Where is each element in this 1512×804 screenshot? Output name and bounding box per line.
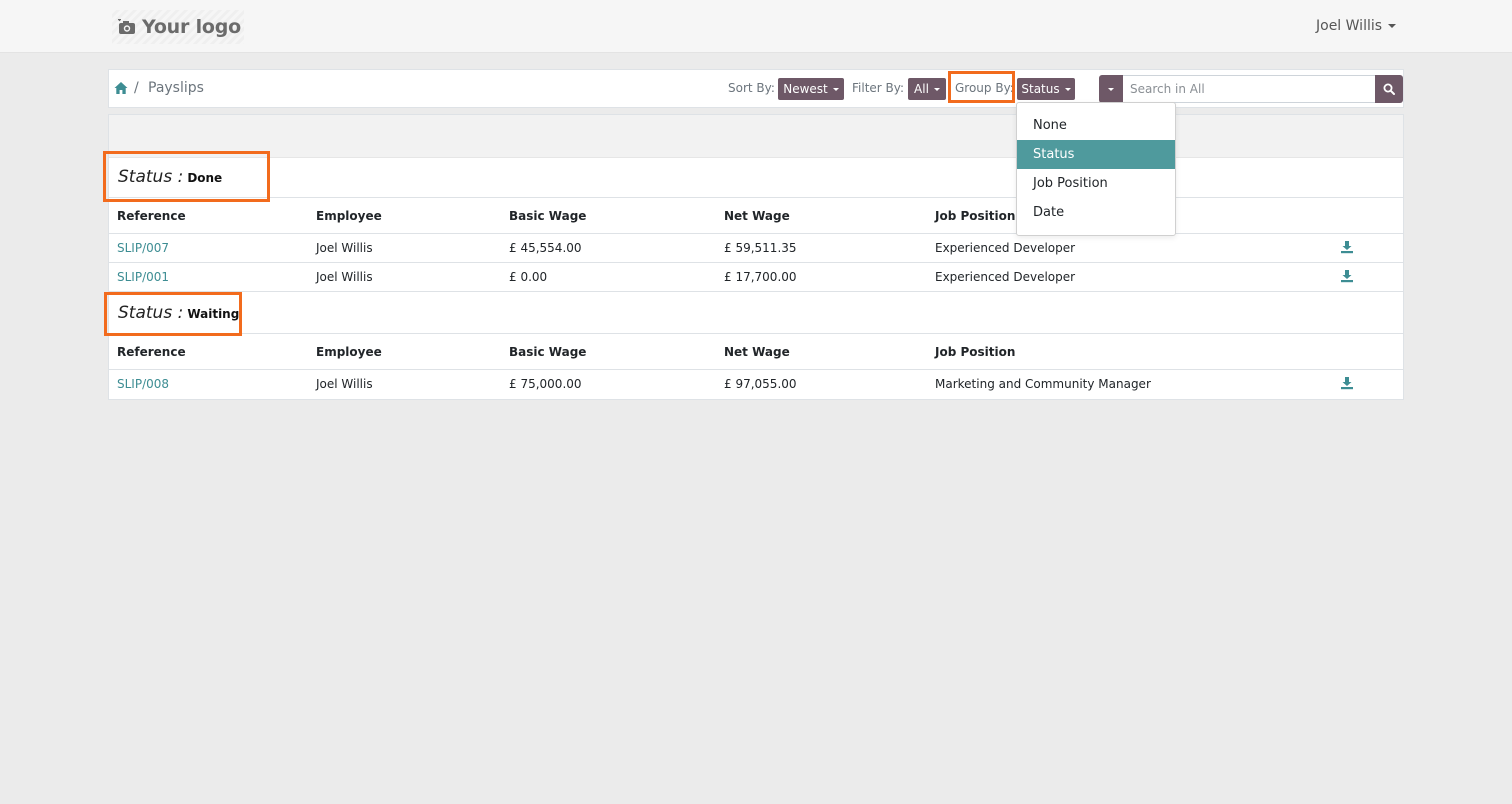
column-header-job-position: Job Position bbox=[935, 345, 1016, 359]
download-icon[interactable] bbox=[1340, 269, 1354, 283]
basic-wage-cell: £ 75,000.00 bbox=[509, 377, 582, 391]
net-wage-cell: £ 17,700.00 bbox=[724, 270, 797, 284]
payslip-reference-link[interactable]: SLIP/001 bbox=[117, 270, 169, 284]
search-options-dropdown[interactable] bbox=[1099, 75, 1123, 103]
basic-wage-cell: £ 45,554.00 bbox=[509, 241, 582, 255]
table-header: Reference Employee Basic Wage Net Wage J… bbox=[109, 198, 1403, 234]
table-row[interactable]: SLIP/008 Joel Willis £ 75,000.00 £ 97,05… bbox=[109, 370, 1403, 399]
search-input[interactable] bbox=[1123, 75, 1375, 103]
chevron-down-icon bbox=[933, 87, 940, 91]
basic-wage-cell: £ 0.00 bbox=[509, 270, 548, 284]
group-title: Status : Waiting bbox=[118, 303, 239, 323]
chevron-down-icon bbox=[832, 87, 839, 91]
group-by-option-job-position[interactable]: Job Position bbox=[1017, 169, 1175, 198]
sort-by-dropdown[interactable]: Newest bbox=[778, 78, 844, 100]
group-by-dropdown[interactable]: Status bbox=[1017, 78, 1075, 100]
column-header-reference: Reference bbox=[117, 209, 186, 223]
column-header-job-position: Job Position bbox=[935, 209, 1016, 223]
employee-cell: Joel Willis bbox=[316, 377, 373, 391]
column-header-net-wage: Net Wage bbox=[724, 345, 790, 359]
user-name: Joel Willis bbox=[1316, 18, 1383, 34]
group-header-done[interactable]: Status : Done bbox=[109, 158, 1403, 198]
camera-icon bbox=[118, 19, 135, 34]
panel-header bbox=[109, 115, 1403, 158]
payslips-panel: Status : Done Reference Employee Basic W… bbox=[108, 114, 1404, 400]
group-by-label: Group By: bbox=[955, 81, 1014, 95]
user-menu[interactable]: Joel Willis bbox=[1316, 16, 1397, 36]
logo[interactable]: Your logo bbox=[112, 10, 244, 44]
filter-by-value: All bbox=[914, 82, 929, 96]
column-header-basic-wage: Basic Wage bbox=[509, 345, 587, 359]
chevron-down-icon bbox=[1064, 87, 1071, 91]
group-by-menu: None Status Job Position Date bbox=[1016, 102, 1176, 236]
download-icon[interactable] bbox=[1340, 240, 1354, 254]
column-header-employee: Employee bbox=[316, 209, 382, 223]
employee-cell: Joel Willis bbox=[316, 270, 373, 284]
search-button[interactable] bbox=[1375, 75, 1403, 103]
job-position-cell: Marketing and Community Manager bbox=[935, 377, 1151, 391]
payslip-reference-link[interactable]: SLIP/008 bbox=[117, 377, 169, 391]
group-by-option-date[interactable]: Date bbox=[1017, 198, 1175, 227]
column-header-net-wage: Net Wage bbox=[724, 209, 790, 223]
group-label: Status : bbox=[118, 167, 184, 187]
home-icon[interactable] bbox=[114, 81, 128, 95]
job-position-cell: Experienced Developer bbox=[935, 241, 1076, 255]
table-header: Reference Employee Basic Wage Net Wage J… bbox=[109, 334, 1403, 370]
logo-text: Your logo bbox=[142, 16, 241, 38]
column-header-employee: Employee bbox=[316, 345, 382, 359]
employee-cell: Joel Willis bbox=[316, 241, 373, 255]
payslip-reference-link[interactable]: SLIP/007 bbox=[117, 241, 169, 255]
chevron-down-icon bbox=[1108, 87, 1114, 91]
search-group bbox=[1099, 75, 1403, 103]
group-by-option-none[interactable]: None bbox=[1017, 111, 1175, 140]
sort-by-value: Newest bbox=[783, 82, 828, 96]
sort-by-label: Sort By: bbox=[728, 81, 775, 95]
net-wage-cell: £ 59,511.35 bbox=[724, 241, 797, 255]
group-title: Status : Done bbox=[118, 167, 222, 187]
group-value: Done bbox=[187, 171, 223, 185]
breadcrumb-current: Payslips bbox=[148, 80, 204, 96]
chevron-down-icon bbox=[1388, 24, 1397, 28]
group-by-option-status[interactable]: Status bbox=[1017, 140, 1175, 169]
group-label: Status : bbox=[118, 303, 184, 323]
top-navbar: Your logo Joel Willis bbox=[0, 0, 1512, 53]
filter-by-label: Filter By: bbox=[852, 81, 905, 95]
column-header-basic-wage: Basic Wage bbox=[509, 209, 587, 223]
group-value: Waiting bbox=[187, 307, 240, 321]
table-row[interactable]: SLIP/007 Joel Willis £ 45,554.00 £ 59,51… bbox=[109, 234, 1403, 263]
breadcrumb-toolbar: / Payslips Sort By: Newest Filter By: Al… bbox=[108, 69, 1404, 108]
group-by-value: Status bbox=[1021, 82, 1060, 96]
breadcrumb-separator: / bbox=[134, 80, 139, 96]
search-icon bbox=[1383, 83, 1395, 95]
net-wage-cell: £ 97,055.00 bbox=[724, 377, 797, 391]
job-position-cell: Experienced Developer bbox=[935, 270, 1076, 284]
filter-by-dropdown[interactable]: All bbox=[908, 78, 946, 100]
group-header-waiting[interactable]: Status : Waiting bbox=[109, 294, 1403, 334]
column-header-reference: Reference bbox=[117, 345, 186, 359]
download-icon[interactable] bbox=[1340, 376, 1354, 390]
table-row[interactable]: SLIP/001 Joel Willis £ 0.00 £ 17,700.00 … bbox=[109, 263, 1403, 292]
